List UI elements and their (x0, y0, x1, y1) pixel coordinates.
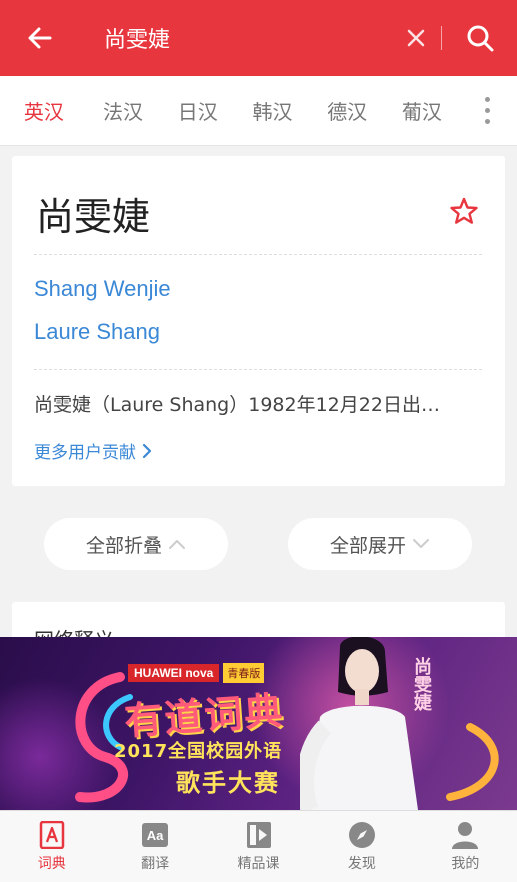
close-icon (407, 29, 425, 47)
favorite-button[interactable] (449, 196, 479, 230)
language-tabs: 英汉 法汉 日汉 韩汉 德汉 葡汉 (0, 76, 517, 146)
dictionary-icon (38, 820, 66, 849)
back-arrow-icon (28, 27, 52, 49)
collapse-all-label: 全部折叠 (85, 534, 162, 557)
nav-label: 精品课 (237, 855, 280, 872)
ad-swirl-icon (446, 723, 499, 801)
nav-translate[interactable]: Aa 翻译 (103, 811, 206, 882)
ad-title: 有道词典 (122, 688, 286, 744)
ad-banner[interactable]: HUAWEI nova 青春版 有道词典 2017全国校园外语 歌手大赛 尚雯婕 (0, 637, 517, 810)
top-bar: 尚雯婕 (0, 0, 517, 76)
entry-description[interactable]: 尚雯婕（Laure Shang）1982年12月22日出… (34, 390, 474, 417)
tab-ja-zh[interactable]: 日汉 (158, 96, 233, 125)
more-contrib-link[interactable]: 更多用户贡献 (34, 438, 152, 463)
more-dots-icon (484, 119, 490, 124)
course-icon (245, 821, 273, 849)
ad-subtitle: 2017全国校园外语 (114, 741, 283, 762)
translation-link[interactable]: Laure Shang (34, 319, 160, 345)
ad-singer-image (300, 637, 418, 810)
nav-discover[interactable]: 发现 (310, 811, 413, 882)
search-icon (467, 25, 493, 52)
divider (34, 369, 482, 370)
collapse-all-button[interactable]: 全部折叠 (44, 518, 228, 570)
nav-label: 词典 (37, 855, 66, 872)
ad-brand-name: HUAWEI nova (128, 664, 220, 682)
star-icon (450, 197, 478, 224)
chevron-down-icon (413, 539, 429, 548)
clear-button[interactable] (391, 0, 441, 76)
entry-card: 尚雯婕 Shang Wenjie Laure Shang 尚雯婕（Laure S… (12, 156, 505, 486)
bottom-nav: 词典 Aa 翻译 精品课 发现 我的 (0, 810, 517, 882)
ad-brand-tag: 青春版 (223, 663, 265, 683)
nav-label: 我的 (451, 855, 480, 872)
back-button[interactable] (0, 0, 80, 76)
chevron-up-icon (169, 540, 185, 549)
more-dots-icon (484, 97, 490, 102)
expand-all-label: 全部展开 (329, 534, 406, 557)
more-contrib-label: 更多用户贡献 (34, 443, 136, 463)
divider (34, 254, 482, 255)
web-definitions-card: 网络释义 (12, 602, 505, 642)
more-tabs-button[interactable] (457, 76, 517, 146)
tab-en-zh[interactable]: 英汉 (0, 96, 84, 125)
translation-link[interactable]: Shang Wenjie (34, 276, 171, 302)
tab-de-zh[interactable]: 德汉 (308, 96, 383, 125)
compass-icon (348, 821, 376, 849)
nav-label: 翻译 (141, 855, 170, 872)
nav-label: 发现 (347, 855, 376, 872)
ad-side-name: 尚雯婕 (411, 657, 432, 711)
nav-course[interactable]: 精品课 (207, 811, 310, 882)
nav-dictionary[interactable]: 词典 (0, 811, 103, 882)
search-button[interactable] (442, 0, 517, 76)
ad-subtitle: 歌手大赛 (176, 769, 280, 797)
more-dots-icon (484, 108, 490, 113)
tab-pt-zh[interactable]: 葡汉 (383, 96, 458, 125)
headword: 尚雯婕 (36, 195, 151, 239)
tab-ko-zh[interactable]: 韩汉 (233, 96, 308, 125)
expand-all-button[interactable]: 全部展开 (288, 518, 472, 570)
search-query[interactable]: 尚雯婕 (80, 22, 391, 54)
svg-text:Aa: Aa (147, 828, 164, 843)
profile-icon (451, 821, 479, 849)
tab-fr-zh[interactable]: 法汉 (84, 96, 159, 125)
chevron-right-icon (142, 443, 152, 458)
nav-profile[interactable]: 我的 (414, 811, 517, 882)
ad-brand: HUAWEI nova 青春版 (128, 663, 265, 683)
translate-icon: Aa (141, 821, 169, 849)
